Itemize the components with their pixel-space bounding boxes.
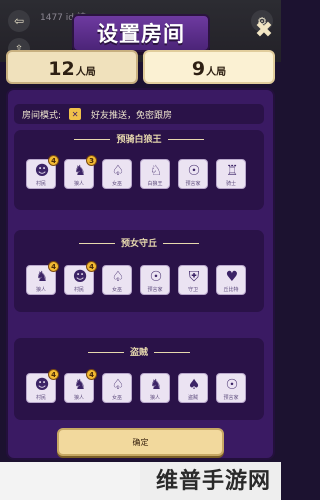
role-tile[interactable]: ☉ 预言家 — [216, 373, 246, 403]
checkbox-icon[interactable]: ✕ — [69, 108, 82, 120]
preset-title-1: 预骑白狼王 — [14, 132, 264, 145]
role-tile[interactable]: ♞ 狼人 4 — [64, 369, 97, 403]
role-name: 丘比特 — [223, 287, 239, 293]
wolf-icon: ♞ — [149, 377, 163, 393]
watermark-text: 维普手游网 — [155, 469, 271, 494]
witch-icon: ♤ — [111, 163, 125, 179]
dialog-title-banner: 设置房间 — [72, 14, 210, 52]
exit-icon[interactable]: ⇦ — [8, 10, 30, 32]
preset-title-2: 预女守丘 — [14, 236, 264, 249]
role-name: 女巫 — [111, 181, 122, 187]
role-name: 村民 — [35, 395, 46, 401]
room-mode-label: 房间模式: — [22, 110, 62, 121]
tab-9-number: 9 — [191, 58, 206, 80]
role-name: 盗贼 — [187, 395, 198, 401]
role-name: 狼人 — [73, 395, 84, 401]
dialog-title: 设置房间 — [97, 22, 185, 46]
role-name: 狼人 — [35, 287, 46, 293]
thief-icon: ♠ — [187, 377, 201, 393]
role-tile[interactable]: ♥ 丘比特 — [216, 265, 246, 295]
role-name: 守卫 — [187, 287, 198, 293]
confirm-button[interactable]: 确定 — [57, 428, 224, 456]
role-tile[interactable]: ♤ 女巫 — [102, 159, 132, 189]
preset-title-3: 盗贼 — [14, 345, 264, 358]
role-name: 预言家 — [223, 395, 239, 401]
cupid-icon: ♥ — [225, 269, 239, 285]
role-tile[interactable]: ☉ 预言家 — [140, 265, 170, 295]
role-name: 女巫 — [111, 287, 122, 293]
role-name: 女巫 — [111, 395, 122, 401]
room-mode-row[interactable]: 房间模式: ✕ 好友推送，免密跟房 — [14, 104, 264, 124]
role-count-badge: 4 — [48, 261, 59, 272]
role-tile[interactable]: ♤ 女巫 — [102, 265, 132, 295]
role-tile[interactable]: ⛨ 守卫 — [178, 265, 208, 295]
guard-icon: ⛨ — [188, 269, 200, 285]
role-name: 白狼王 — [147, 181, 163, 187]
witch-icon: ♤ — [111, 377, 125, 393]
role-tile[interactable]: ♘ 白狼王 — [140, 159, 170, 189]
role-tile[interactable]: ♖ 骑士 — [216, 159, 246, 189]
role-name: 骑士 — [225, 181, 236, 187]
knight-icon: ♖ — [225, 163, 239, 179]
seer-icon: ☉ — [149, 269, 163, 285]
close-icon[interactable]: ✖ — [253, 20, 275, 42]
role-tile[interactable]: ☻ 村民 4 — [26, 369, 59, 403]
role-count-badge: 4 — [48, 155, 59, 166]
role-name: 狼人 — [149, 395, 160, 401]
role-tile[interactable]: ☉ 预言家 — [178, 159, 208, 189]
role-name: 村民 — [35, 181, 46, 187]
witch-icon: ♤ — [111, 269, 125, 285]
tab-12-players[interactable]: 12 人局 — [6, 50, 138, 84]
tab-9-unit: 人局 — [206, 67, 227, 78]
role-count-badge: 4 — [86, 369, 97, 380]
role-count-badge: 4 — [86, 261, 97, 272]
role-tile[interactable]: ♞ 狼人 3 — [64, 155, 97, 189]
role-count-badge: 4 — [48, 369, 59, 380]
role-name: 村民 — [73, 287, 84, 293]
tab-12-number: 12 — [48, 58, 75, 80]
white-wolf-icon: ♘ — [149, 163, 163, 179]
tab-12-unit: 人局 — [75, 67, 96, 78]
seer-icon: ☉ — [187, 163, 201, 179]
role-tile[interactable]: ♠ 盗贼 — [178, 373, 208, 403]
role-name: 预言家 — [185, 181, 201, 187]
role-tile[interactable]: ☻ 村民 4 — [64, 261, 97, 295]
role-count-badge: 3 — [86, 155, 97, 166]
confirm-label: 确定 — [132, 437, 149, 447]
room-mode-value: 好友推送，免密跟房 — [91, 110, 173, 121]
role-tile[interactable]: ♞ 狼人 4 — [26, 261, 59, 295]
seer-icon: ☉ — [225, 377, 239, 393]
role-name: 狼人 — [73, 181, 84, 187]
tab-9-players[interactable]: 9 人局 — [143, 50, 275, 84]
role-tile[interactable]: ♤ 女巫 — [102, 373, 132, 403]
role-tile[interactable]: ♞ 狼人 — [140, 373, 170, 403]
bottom-strip-left — [0, 462, 140, 500]
role-tile[interactable]: ☻ 村民 4 — [26, 155, 59, 189]
role-name: 预言家 — [147, 287, 163, 293]
